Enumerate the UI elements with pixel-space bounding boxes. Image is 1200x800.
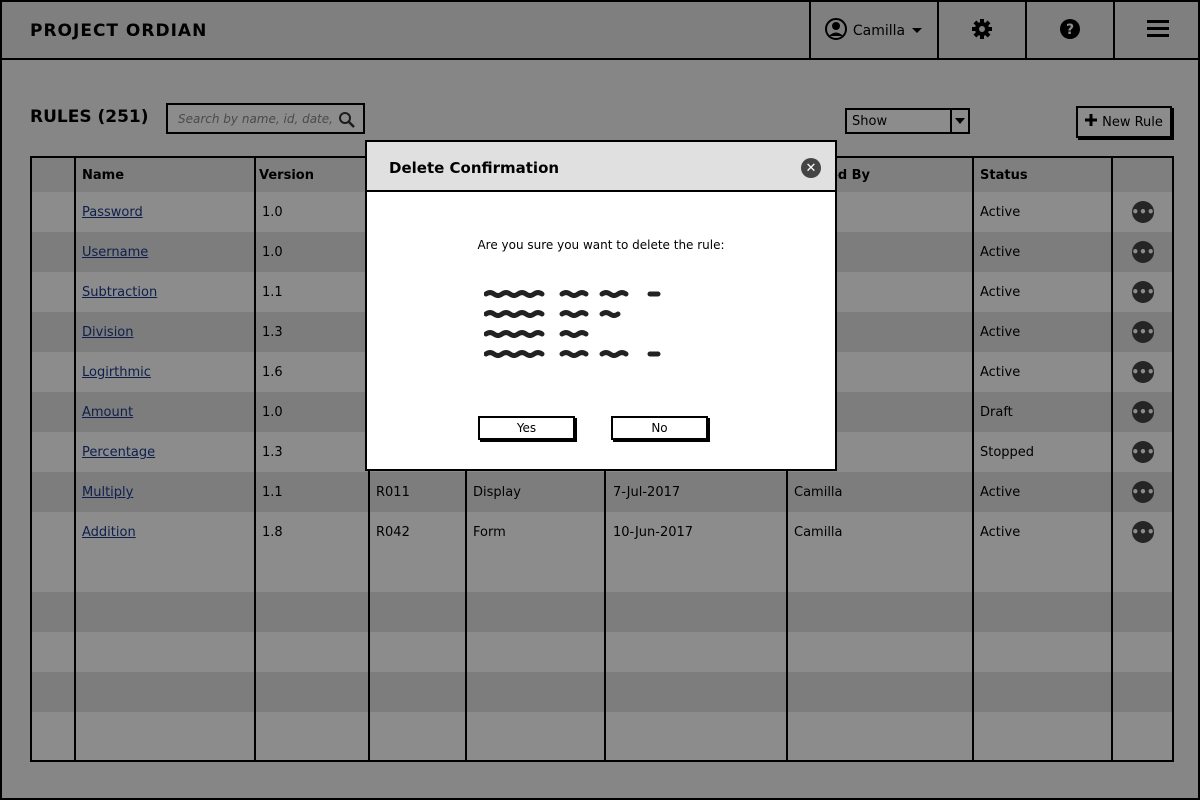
close-icon[interactable]: ✕ (801, 158, 821, 178)
delete-confirmation-dialog: Delete Confirmation ✕ Are you sure you w… (365, 140, 837, 471)
redacted-rule-names-scribble (484, 290, 661, 358)
dialog-title: Delete Confirmation (389, 159, 560, 177)
yes-button[interactable]: Yes (478, 416, 575, 440)
dialog-header: Delete Confirmation ✕ (367, 142, 835, 192)
dialog-message: Are you sure you want to delete the rule… (477, 238, 725, 252)
no-button[interactable]: No (611, 416, 708, 440)
